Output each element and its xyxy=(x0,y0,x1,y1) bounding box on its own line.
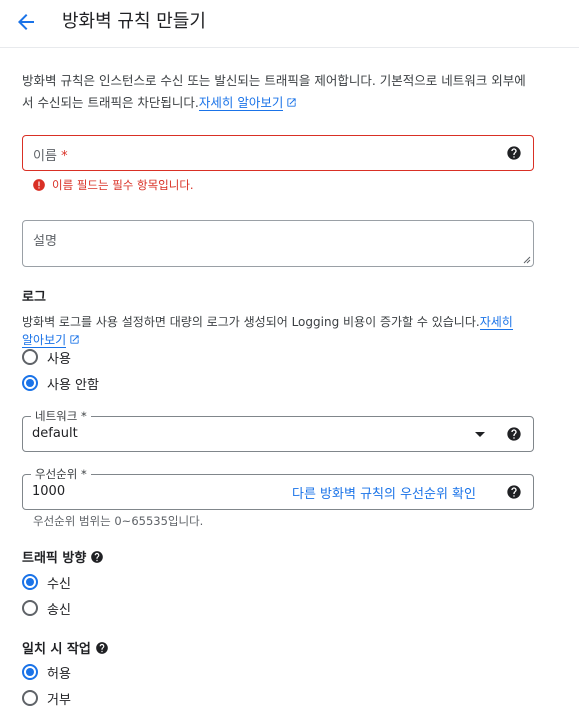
direction-title-text: 트래픽 방향 xyxy=(22,551,87,566)
ingress-label: 수신 xyxy=(47,576,71,592)
radio-circle xyxy=(22,375,38,391)
network-label: 네트워크 * xyxy=(31,409,91,423)
priority-field[interactable]: 우선순위 * 1000 다른 방화벽 규칙의 우선순위 확인 xyxy=(22,467,534,510)
direction-title: 트래픽 방향 xyxy=(22,547,104,566)
logs-on-label: 사용 xyxy=(47,351,71,367)
ingress-radio[interactable]: 수신 xyxy=(22,573,71,592)
logs-desc-text: 방화벽 로그를 사용 설정하면 대량의 로그가 생성되어 Logging 비용이… xyxy=(22,315,480,329)
priority-value: 1000 xyxy=(32,484,66,499)
radio-circle xyxy=(22,664,38,680)
external-link-icon xyxy=(70,335,79,344)
name-placeholder: 이름 * xyxy=(33,145,68,164)
logs-link-part2: 알아보기 xyxy=(22,333,67,347)
page-title: 방화벽 규칙 만들기 xyxy=(62,11,206,32)
resize-handle-icon[interactable] xyxy=(521,254,531,264)
logs-link-part1: 자세히 xyxy=(479,315,513,329)
network-value: default xyxy=(32,426,78,441)
check-priority-link[interactable]: 다른 방화벽 규칙의 우선순위 확인 xyxy=(292,483,476,502)
help-icon[interactable] xyxy=(90,550,104,564)
deny-radio[interactable]: 거부 xyxy=(22,689,71,708)
radio-circle xyxy=(22,600,38,616)
name-placeholder-text: 이름 xyxy=(33,149,57,164)
logs-off-radio[interactable]: 사용 안함 xyxy=(22,374,99,393)
external-link-icon xyxy=(287,98,297,107)
dropdown-arrow-icon[interactable] xyxy=(475,432,485,437)
intro-text: 방화벽 규칙은 인스턴스로 수신 또는 발신되는 트래픽을 제어합니다. 기본적… xyxy=(22,70,537,114)
logs-on-radio[interactable]: 사용 xyxy=(22,348,71,367)
learn-more-link[interactable]: 자세히 알아보기 xyxy=(198,95,284,111)
help-icon[interactable] xyxy=(95,641,109,655)
action-title: 일치 시 작업 xyxy=(22,638,109,657)
deny-label: 거부 xyxy=(47,692,71,708)
error-icon xyxy=(33,179,45,191)
learn-more-label: 자세히 알아보기 xyxy=(198,95,284,110)
help-icon[interactable] xyxy=(506,426,522,442)
page-header: 방화벽 규칙 만들기 xyxy=(0,0,579,48)
required-mark: * xyxy=(61,149,68,164)
egress-label: 송신 xyxy=(47,602,71,618)
radio-circle xyxy=(22,574,38,590)
allow-label: 허용 xyxy=(47,666,71,682)
logs-description: 방화벽 로그를 사용 설정하면 대량의 로그가 생성되어 Logging 비용이… xyxy=(22,313,537,349)
help-icon[interactable] xyxy=(506,145,522,161)
logs-off-label: 사용 안함 xyxy=(47,377,99,393)
radio-circle xyxy=(22,349,38,365)
back-arrow-icon[interactable] xyxy=(14,10,38,34)
help-icon[interactable] xyxy=(506,484,522,500)
name-error-message: 이름 필드는 필수 항목입니다. xyxy=(52,178,194,192)
logs-title: 로그 xyxy=(22,290,46,305)
priority-label: 우선순위 * xyxy=(31,467,91,481)
description-placeholder: 설명 xyxy=(33,234,57,249)
radio-circle xyxy=(22,690,38,706)
egress-radio[interactable]: 송신 xyxy=(22,599,71,618)
description-field[interactable]: 설명 xyxy=(22,220,534,267)
name-field[interactable]: 이름 * xyxy=(22,135,534,171)
priority-hint: 우선순위 범위는 0~65535입니다. xyxy=(33,514,204,528)
network-select[interactable]: 네트워크 * default xyxy=(22,409,534,452)
allow-radio[interactable]: 허용 xyxy=(22,663,71,682)
action-title-text: 일치 시 작업 xyxy=(22,642,91,657)
